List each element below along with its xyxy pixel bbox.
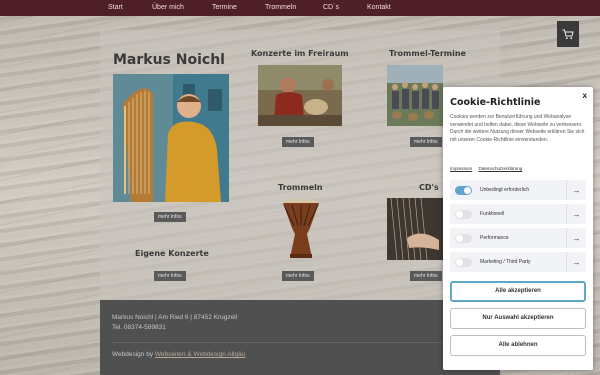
mehr-infos-button-harp[interactable]: mehr Infos <box>154 212 186 222</box>
cookie-links: Impressum Datenschutzerklärung <box>450 166 527 171</box>
category-label: Marketing / Third Party <box>480 259 531 265</box>
trommel-photo <box>280 198 322 260</box>
mehr-infos-button-cds[interactable]: mehr Infos <box>410 271 442 281</box>
accept-selection-button[interactable]: Nur Auswahl akzeptieren <box>450 308 586 329</box>
webdesign-prefix: Webdesign by <box>112 351 154 358</box>
nav-kontakt[interactable]: Kontakt <box>367 0 417 16</box>
impressum-link[interactable]: Impressum <box>450 166 472 171</box>
section-title-cds: CD's <box>419 183 439 192</box>
section-title-termine: Trommel-Termine <box>389 49 466 58</box>
cart-button[interactable] <box>557 21 579 47</box>
section-title-konzerte: Konzerte im Freiraum <box>251 49 349 58</box>
toggle-performance[interactable] <box>455 233 472 243</box>
cookie-dialog: x Cookie-Richtlinie Cookies werden zur B… <box>443 87 593 370</box>
category-label: Unbedingt erforderlich <box>480 187 530 193</box>
footer: Markus Noichl | Am Ried 6 | 87452 Krugze… <box>100 300 500 375</box>
cookie-category-required[interactable]: Unbedingt erforderlich → <box>450 180 586 200</box>
cookie-category-performance[interactable]: Performance → <box>450 228 586 248</box>
top-navigation: Start Über mich Termine Trommeln CD´s Ko… <box>0 0 600 16</box>
close-icon[interactable]: x <box>583 91 587 100</box>
toggle-required[interactable] <box>455 185 472 195</box>
arrow-right-icon[interactable]: → <box>566 228 586 248</box>
accept-all-button[interactable]: Alle akzeptieren <box>450 281 586 302</box>
footer-address: Markus Noichl | Am Ried 6 | 87452 Krugze… <box>112 314 238 321</box>
cookie-description: Cookies werden zur Benutzerführung und W… <box>450 114 585 143</box>
nav-cds[interactable]: CD´s <box>323 0 367 16</box>
footer-webdesign: Webdesign by Webseiten & Webdesign Allgä… <box>112 351 245 358</box>
mehr-infos-button-konzerte[interactable]: mehr Infos <box>282 137 314 147</box>
cd-photo <box>387 198 443 260</box>
datenschutz-link[interactable]: Datenschutzerklärung <box>479 166 523 171</box>
section-title-eigene-konzerte: Eigene Konzerte <box>135 249 209 258</box>
footer-divider <box>112 342 482 343</box>
harp-photo <box>113 74 229 202</box>
mehr-infos-button-trommeln[interactable]: mehr Infos <box>282 271 314 281</box>
category-label: Performance <box>480 235 509 241</box>
arrow-right-icon[interactable]: → <box>566 204 586 224</box>
cart-icon <box>562 29 574 39</box>
nav-termine[interactable]: Termine <box>212 0 265 16</box>
nav-trommeln[interactable]: Trommeln <box>265 0 323 16</box>
section-title-trommeln: Trommeln <box>278 183 323 192</box>
cookie-category-functional[interactable]: Funktionell → <box>450 204 586 224</box>
arrow-right-icon[interactable]: → <box>566 252 586 272</box>
toggle-functional[interactable] <box>455 209 472 219</box>
nav-start[interactable]: Start <box>108 0 152 16</box>
footer-phone: Tel. 08374-589831 <box>112 324 166 331</box>
reject-all-button[interactable]: Alle ablehnen <box>450 335 586 356</box>
konzerte-photo <box>258 65 342 126</box>
cookie-category-marketing[interactable]: Marketing / Third Party → <box>450 252 586 272</box>
nav-ueber-mich[interactable]: Über mich <box>152 0 212 16</box>
webdesign-link[interactable]: Webseiten & Webdesign Allgäu <box>155 351 245 358</box>
mehr-infos-button-eigene[interactable]: mehr Infos <box>154 271 186 281</box>
cookie-title: Cookie-Richtlinie <box>450 97 541 108</box>
termine-photo <box>387 65 443 126</box>
toggle-marketing[interactable] <box>455 257 472 267</box>
category-label: Funktionell <box>480 211 505 217</box>
mehr-infos-button-termine[interactable]: mehr Infos <box>410 137 442 147</box>
arrow-right-icon[interactable]: → <box>566 180 586 200</box>
page-title: Markus Noichl <box>113 52 225 68</box>
